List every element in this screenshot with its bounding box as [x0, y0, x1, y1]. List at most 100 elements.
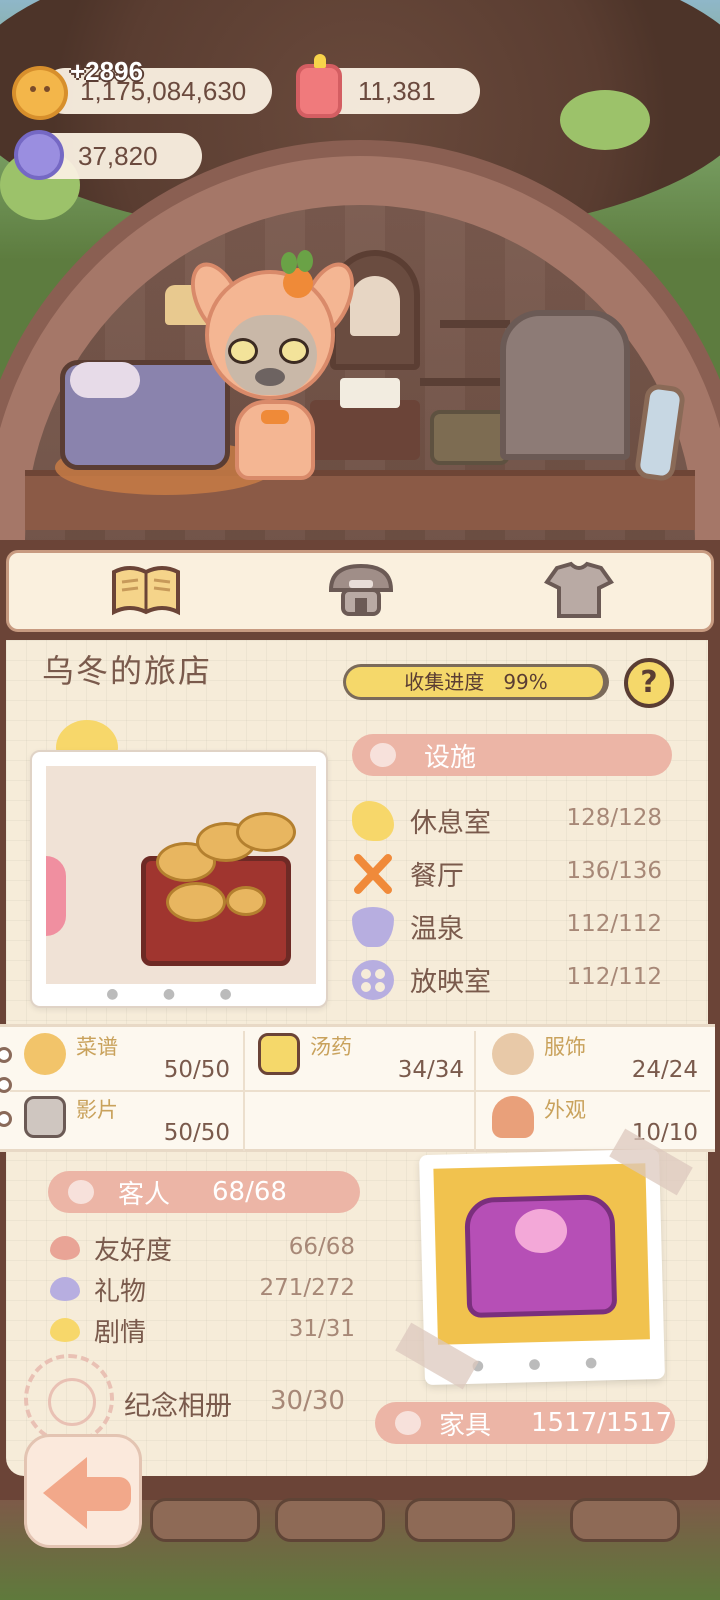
guest-label: 剧情 [94, 1318, 147, 1348]
dish-photo [46, 766, 316, 984]
leaf-cluster [560, 90, 650, 150]
nose [255, 368, 285, 386]
facility-value: 112/112 [566, 964, 662, 990]
wall-shelf [440, 320, 510, 328]
dish-photo-card[interactable]: ● ● ● [30, 750, 328, 1008]
collection-strip: 菜谱 50/50 汤药 34/34 服饰 24/24 影片 50/50 外观 1… [0, 1024, 715, 1152]
progress-value: 99% [503, 670, 548, 694]
guest-row-friendship[interactable]: 友好度 66/68 [50, 1228, 355, 1268]
guest-value: 31/31 [288, 1316, 355, 1342]
heart-icon [50, 1236, 80, 1260]
facility-row[interactable]: 温泉 112/112 [352, 903, 662, 951]
tab-outfit[interactable] [543, 560, 615, 620]
guests-banner[interactable]: 客人 68/68 [48, 1171, 360, 1213]
pillow [70, 362, 140, 398]
guest-row-gifts[interactable]: 礼物 271/272 [50, 1269, 355, 1309]
album-value: 30/30 [270, 1386, 345, 1416]
facility-label: 餐厅 [410, 861, 464, 892]
facilities-header: 设施 [424, 742, 477, 773]
collection-label: 服饰 [544, 1035, 586, 1059]
bottom-slot [405, 1498, 515, 1542]
bottom-slot [275, 1498, 385, 1542]
carrot-leaf [281, 252, 297, 274]
guest-value: 271/272 [259, 1275, 355, 1301]
facility-label: 温泉 [410, 914, 464, 945]
treasure-chest[interactable] [430, 410, 510, 465]
furniture-photo [433, 1163, 650, 1345]
bread [166, 882, 226, 922]
costume-icon [492, 1033, 534, 1075]
eye-left [228, 338, 258, 364]
facility-row[interactable]: 放映室 112/112 [352, 956, 662, 1004]
cloud-icon [352, 801, 394, 841]
eye-right [279, 338, 309, 364]
progress-label: 收集进度 [404, 670, 485, 694]
hotel-title: 乌冬的旅店 [42, 652, 213, 690]
furniture-value: 1517/1517 [531, 1408, 673, 1438]
guest-row-story[interactable]: 剧情 31/31 [50, 1310, 355, 1350]
album-label[interactable]: 纪念相册 [124, 1384, 232, 1423]
gems-value: 11,381 [358, 75, 436, 106]
tab-bar [0, 540, 720, 640]
collection-label: 影片 [76, 1098, 118, 1122]
collection-value: 50/50 [163, 1057, 230, 1083]
facility-value: 128/128 [566, 805, 662, 831]
recipe-icon [24, 1033, 66, 1075]
carousel-dots[interactable]: ● ● ● [32, 986, 326, 1002]
back-arrow-shaft [83, 1477, 131, 1511]
crystal-icon [14, 130, 64, 180]
facility-value: 136/136 [566, 858, 662, 884]
postmark-stamp-icon [24, 1354, 114, 1444]
cake-preview [46, 856, 66, 936]
bread [236, 812, 296, 852]
tab-hotel[interactable] [325, 560, 397, 620]
guests-header-value: 68/68 [212, 1177, 287, 1207]
collection-costumes[interactable]: 服饰 24/24 [474, 1027, 708, 1089]
collection-value: 50/50 [163, 1120, 230, 1146]
collection-potions[interactable]: 汤药 34/34 [240, 1027, 474, 1089]
wardrobe[interactable] [500, 310, 630, 460]
carrot-leaf [297, 250, 313, 272]
bottom-slot [570, 1498, 680, 1542]
heart-icon [50, 1277, 80, 1301]
house-icon [492, 1096, 534, 1138]
collection-value: 24/24 [631, 1057, 698, 1083]
collection-films[interactable]: 影片 50/50 [6, 1090, 240, 1152]
wall-shelf [420, 378, 510, 386]
guest-label: 友好度 [94, 1236, 173, 1266]
shirt-icon [544, 561, 614, 618]
paw-icon [68, 1180, 94, 1204]
coins-delta: +2896 [70, 56, 144, 86]
collection-label: 菜谱 [76, 1035, 118, 1059]
collection-value: 34/34 [397, 1057, 464, 1083]
facility-row[interactable]: 餐厅 136/136 [352, 850, 662, 898]
furniture-label: 家具 [439, 1410, 492, 1441]
cookie-coin-icon [12, 66, 68, 120]
open-book-icon [112, 566, 180, 616]
back-button[interactable] [24, 1434, 142, 1548]
potion-icon [258, 1033, 300, 1075]
candle-gem-icon [296, 54, 342, 118]
facility-row[interactable]: 休息室 128/128 [352, 797, 662, 845]
hot-spring-icon [352, 907, 394, 947]
help-button[interactable]: ? [624, 658, 674, 708]
fork-knife-icon [352, 854, 394, 894]
clapperboard-icon [24, 1096, 66, 1138]
guest-value: 66/68 [288, 1234, 355, 1260]
progress-text: 收集进度 99% [343, 664, 609, 700]
guests-header: 客人 [118, 1179, 171, 1210]
facility-label: 放映室 [410, 967, 491, 998]
sofa-image [464, 1194, 618, 1318]
facilities-banner: 设施 [352, 734, 672, 776]
bow-tie [261, 410, 289, 424]
guest-label: 礼物 [94, 1277, 147, 1307]
collection-exterior[interactable]: 外观 10/10 [474, 1090, 708, 1152]
collection-recipes[interactable]: 菜谱 50/50 [6, 1027, 240, 1089]
facility-value: 112/112 [566, 911, 662, 937]
back-arrow-icon [43, 1457, 87, 1529]
paw-icon [395, 1411, 421, 1435]
mushroom-hotel-icon [328, 563, 394, 616]
furniture-banner[interactable]: 家具 1517/1517 [375, 1402, 675, 1444]
player-character[interactable] [180, 250, 365, 500]
tab-book[interactable] [110, 560, 182, 620]
